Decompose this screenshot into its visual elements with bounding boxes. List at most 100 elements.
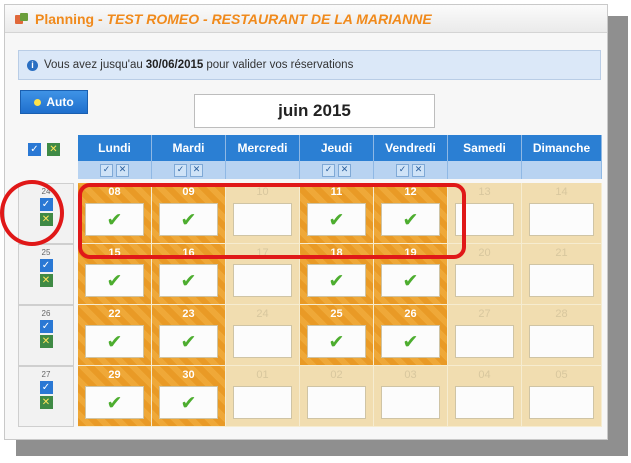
deadline-info-banner: i Vous avez jusqu'au 30/06/2015 pour val… [18, 50, 601, 80]
info-icon: i [27, 59, 38, 71]
day-number: 01 [256, 369, 269, 381]
checkmark-icon: ✔ [106, 330, 123, 353]
week-select-all-icon[interactable]: ✓ [39, 259, 53, 272]
day-select-all-icon[interactable]: ✓ [100, 163, 113, 177]
day-number: 02 [330, 369, 343, 381]
week-deselect-all-icon[interactable]: ✕ [39, 396, 53, 409]
day-number: 22 [108, 308, 121, 320]
info-text-after: pour valider vos réservations [206, 59, 354, 71]
day-cell: 26 ✔ [374, 305, 448, 366]
week-deselect-all-icon[interactable]: ✕ [39, 274, 53, 287]
day-number: 03 [404, 369, 417, 381]
day-cell: 27 [448, 305, 522, 366]
week-select-all-icon[interactable]: ✓ [39, 381, 53, 394]
select-all-controls: ✓ ✕ [28, 143, 60, 156]
reservation-checkbox[interactable] [529, 386, 594, 419]
day-number: 25 [330, 308, 343, 320]
day-cell: 29 ✔ [78, 366, 152, 427]
day-cell: 21 [522, 244, 602, 305]
window-title: Planning - TEST ROMEO - RESTAURANT DE LA… [35, 10, 432, 27]
reservation-checkbox[interactable] [381, 386, 440, 419]
day-header-3: Jeudi [300, 135, 374, 161]
day-deselect-all-icon[interactable]: ✕ [338, 163, 351, 177]
day-header-0: Lundi [78, 135, 152, 161]
day-cell: 05 [522, 366, 602, 427]
day-header-5: Samedi [448, 135, 522, 161]
day-select-row-6 [522, 161, 602, 179]
week-deselect-all-icon[interactable]: ✕ [39, 335, 53, 348]
highlight-week-rectangle [78, 183, 466, 259]
reservation-checkbox[interactable]: ✔ [85, 325, 144, 358]
reservation-checkbox[interactable]: ✔ [381, 325, 440, 358]
deadline-date: 30/06/2015 [145, 59, 204, 71]
reservation-checkbox[interactable] [233, 264, 292, 297]
reservation-checkbox[interactable]: ✔ [159, 325, 218, 358]
reservation-checkbox[interactable]: ✔ [85, 386, 144, 419]
reservation-checkbox[interactable] [529, 203, 594, 236]
day-cell: 02 [300, 366, 374, 427]
day-header-4: Vendredi [374, 135, 448, 161]
reservation-checkbox[interactable]: ✔ [307, 264, 366, 297]
reservation-checkbox[interactable] [455, 325, 514, 358]
day-number: 05 [555, 369, 568, 381]
day-cell: 22 ✔ [78, 305, 152, 366]
day-select-row-3: ✓ ✕ [300, 161, 374, 179]
deselect-all-icon[interactable]: ✕ [47, 143, 60, 156]
reservation-checkbox[interactable] [233, 386, 292, 419]
reservation-checkbox[interactable] [529, 325, 594, 358]
checkmark-icon: ✔ [402, 330, 419, 353]
reservation-checkbox[interactable]: ✔ [159, 386, 218, 419]
day-deselect-all-icon[interactable]: ✕ [116, 163, 129, 177]
day-header-6: Dimanche [522, 135, 602, 161]
checkmark-icon: ✔ [180, 269, 197, 292]
auto-button[interactable]: Auto [20, 90, 88, 114]
week-select-all-icon[interactable]: ✓ [39, 320, 53, 333]
day-select-row-5 [448, 161, 522, 179]
week-row-header: 25 ✓ ✕ [18, 244, 74, 305]
reservation-checkbox[interactable] [529, 264, 594, 297]
reservation-checkbox[interactable]: ✔ [381, 264, 440, 297]
day-cell: 03 [374, 366, 448, 427]
checkmark-icon: ✔ [328, 330, 345, 353]
reservation-checkbox[interactable] [307, 386, 366, 419]
day-deselect-all-icon[interactable]: ✕ [412, 163, 425, 177]
day-number: 26 [404, 308, 417, 320]
reservation-checkbox[interactable]: ✔ [307, 325, 366, 358]
reservation-checkbox[interactable]: ✔ [85, 264, 144, 297]
highlight-week-circle [0, 180, 64, 246]
day-cell: 30 ✔ [152, 366, 226, 427]
day-select-row-1: ✓ ✕ [152, 161, 226, 179]
day-select-all-icon[interactable]: ✓ [322, 163, 335, 177]
reservation-checkbox[interactable] [233, 325, 292, 358]
day-number: 23 [182, 308, 195, 320]
day-deselect-all-icon[interactable]: ✕ [190, 163, 203, 177]
auto-icon [34, 98, 42, 106]
day-number: 27 [478, 308, 491, 320]
day-number: 21 [555, 247, 568, 259]
checkmark-icon: ✔ [180, 391, 197, 414]
checkmark-icon: ✔ [180, 330, 197, 353]
day-header-1: Mardi [152, 135, 226, 161]
select-all-check-icon[interactable]: ✓ [28, 143, 41, 156]
reservation-checkbox[interactable] [455, 264, 514, 297]
day-select-all-icon[interactable]: ✓ [396, 163, 409, 177]
day-select-all-icon[interactable]: ✓ [174, 163, 187, 177]
week-number: 25 [41, 248, 51, 257]
day-cell: 23 ✔ [152, 305, 226, 366]
day-cell: 25 ✔ [300, 305, 374, 366]
checkmark-icon: ✔ [106, 391, 123, 414]
day-select-row-4: ✓ ✕ [374, 161, 448, 179]
day-cell: 24 [226, 305, 300, 366]
week-row-header: 26 ✓ ✕ [18, 305, 74, 366]
day-number: 30 [182, 369, 195, 381]
checkmark-icon: ✔ [328, 269, 345, 292]
day-cell: 04 [448, 366, 522, 427]
reservation-checkbox[interactable] [455, 386, 514, 419]
day-number: 28 [555, 308, 568, 320]
day-cell: 28 [522, 305, 602, 366]
reservation-checkbox[interactable]: ✔ [159, 264, 218, 297]
day-select-row-0: ✓ ✕ [78, 161, 152, 179]
auto-button-label: Auto [46, 95, 74, 109]
week-number: 26 [41, 309, 51, 318]
month-selector[interactable]: juin 2015 [194, 94, 435, 128]
